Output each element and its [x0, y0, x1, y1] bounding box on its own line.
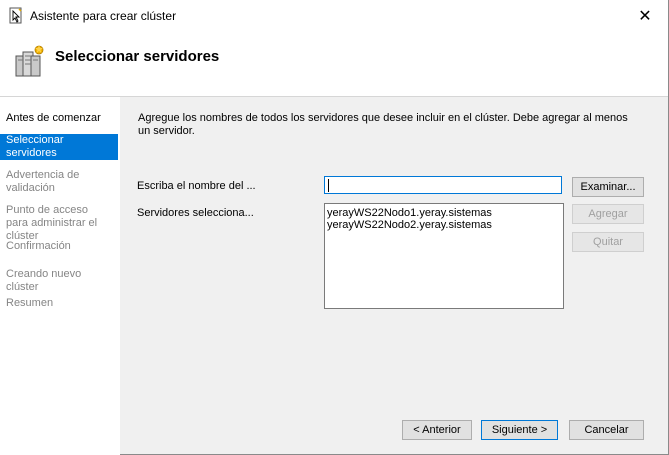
- sidebar-item-summary: Resumen: [6, 297, 54, 309]
- wizard-window: Asistente para crear clúster ✕ Seleccion…: [0, 0, 669, 455]
- back-button[interactable]: < Anterior: [402, 420, 472, 440]
- list-item[interactable]: yerayWS22Nodo1.yeray.sistemas: [327, 207, 561, 219]
- page-title: Seleccionar servidores: [55, 48, 220, 65]
- sidebar-item-access-point: Punto de acceso para administrar el clús…: [6, 204, 98, 242]
- next-button[interactable]: Siguiente >: [481, 420, 558, 440]
- main-content: Agregue los nombres de todos los servido…: [122, 97, 666, 405]
- remove-button[interactable]: Quitar: [572, 232, 644, 252]
- wizard-app-icon: [9, 7, 22, 24]
- title-bar: Asistente para crear clúster ✕: [0, 0, 668, 32]
- server-name-label: Escriba el nombre del ...: [137, 180, 256, 192]
- sidebar-item-before-you-begin[interactable]: Antes de comenzar: [0, 112, 118, 125]
- server-cluster-icon: [15, 45, 44, 77]
- browse-button[interactable]: Examinar...: [572, 177, 644, 197]
- sidebar-item-validation-warning: Advertencia de validación: [6, 169, 80, 194]
- text-caret: [328, 179, 329, 192]
- close-button[interactable]: ✕: [622, 0, 668, 32]
- sidebar-item-confirmation: Confirmación: [6, 240, 71, 252]
- window-title: Asistente para crear clúster: [30, 9, 177, 23]
- list-item[interactable]: yerayWS22Nodo2.yeray.sistemas: [327, 219, 561, 231]
- add-button[interactable]: Agregar: [572, 204, 644, 224]
- selected-servers-list[interactable]: yerayWS22Nodo1.yeray.sistemas yerayWS22N…: [324, 203, 564, 309]
- wizard-steps-sidebar: Antes de comenzar Seleccionar servidores…: [0, 97, 120, 455]
- sidebar-item-select-servers[interactable]: Seleccionar servidores: [0, 134, 118, 160]
- wizard-footer: < Anterior Siguiente > Cancelar: [122, 405, 666, 454]
- selected-servers-label: Servidores selecciona...: [137, 207, 254, 219]
- close-icon: ✕: [638, 8, 652, 25]
- page-header: Seleccionar servidores: [0, 32, 668, 97]
- sidebar-item-creating-cluster: Creando nuevo clúster: [6, 268, 82, 293]
- sidebar-item-label: Seleccionar servidores: [6, 134, 64, 159]
- instructions-text: Agregue los nombres de todos los servido…: [138, 112, 628, 137]
- server-name-input[interactable]: [324, 176, 562, 194]
- cancel-button[interactable]: Cancelar: [569, 420, 644, 440]
